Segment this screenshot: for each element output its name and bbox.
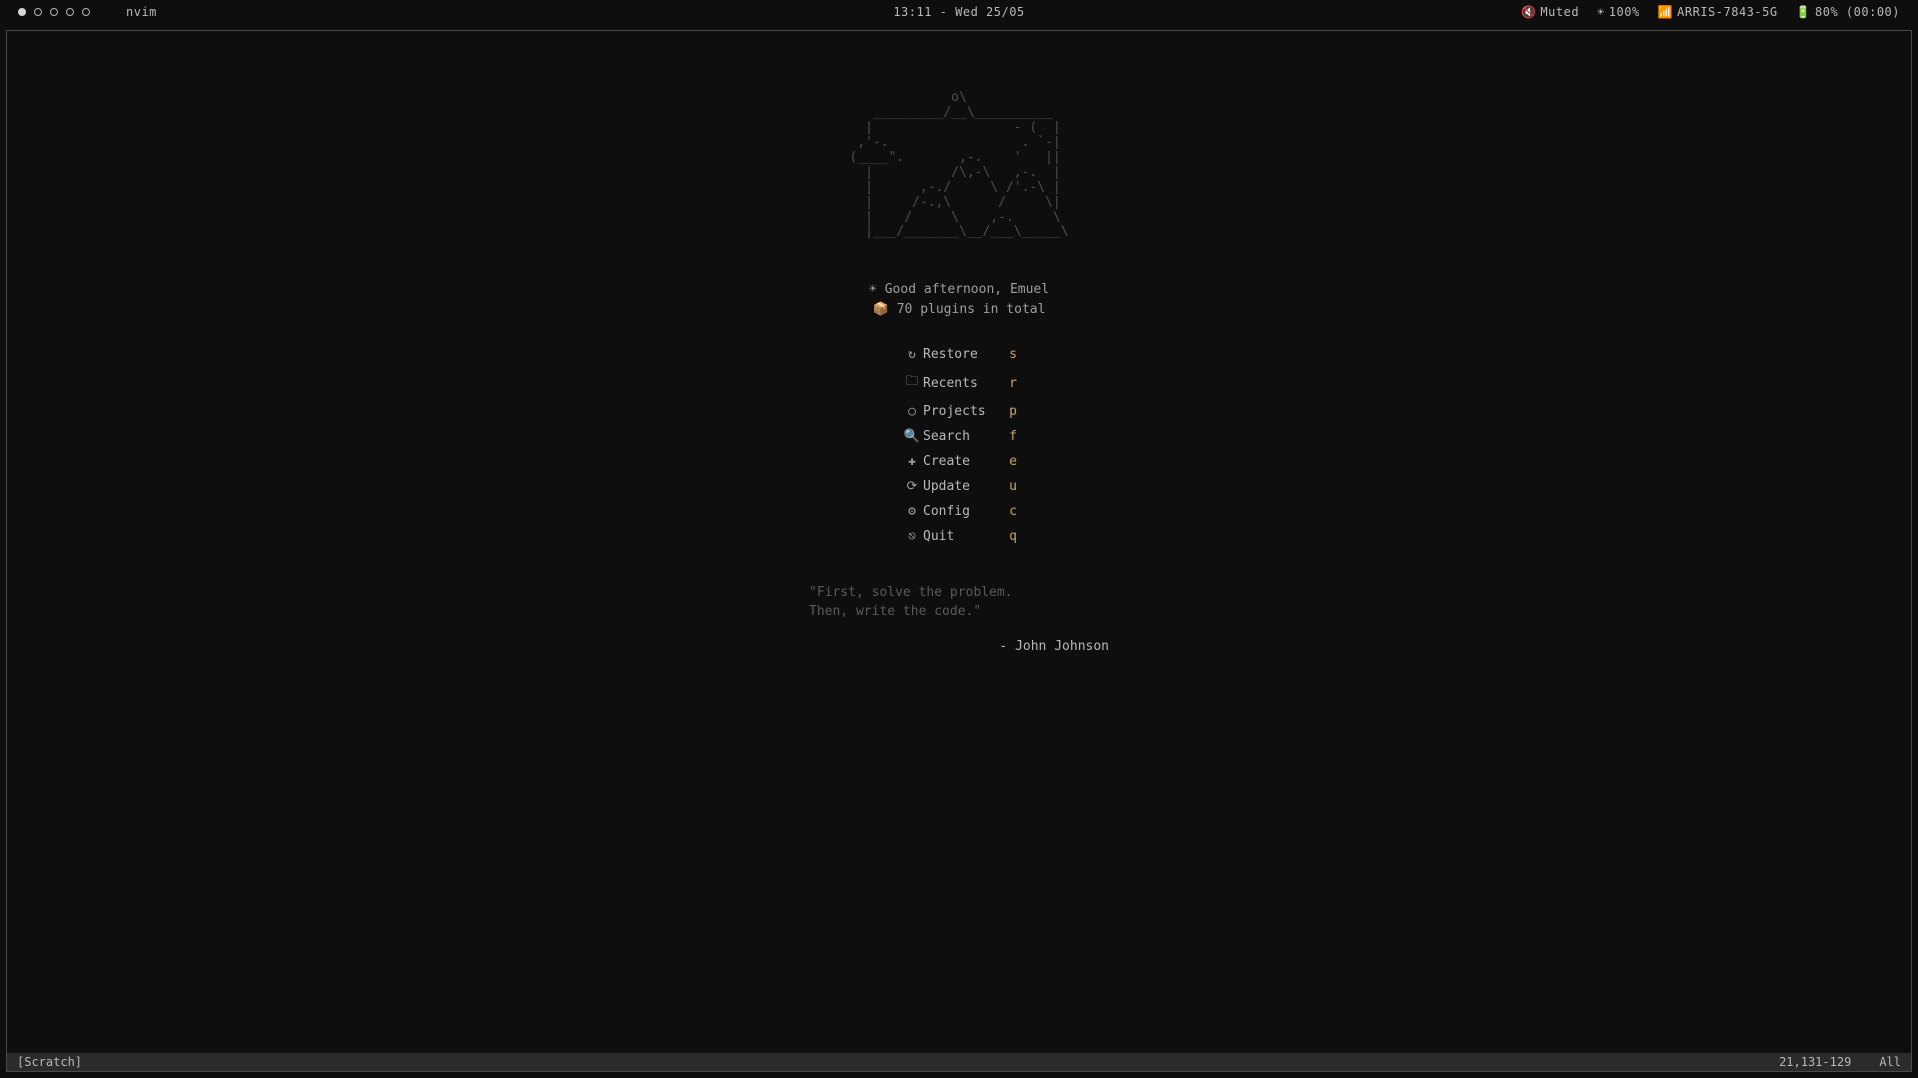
wifi-status[interactable]: 📶 ARRIS-7843-5G <box>1658 5 1778 19</box>
workspace-dot-1[interactable] <box>18 8 26 16</box>
menu-quit[interactable]: ⎋ Quit q <box>901 529 1017 544</box>
menu-search[interactable]: 🔍 Search f <box>901 429 1017 444</box>
dashboard-menu: ↻ Restore s 🗀 Recents r ○ Projects p 🔍 S… <box>901 347 1017 544</box>
editor-panel: o\ _________/__\__________ | - ( | ,'-. … <box>6 30 1912 1072</box>
workspace-indicator[interactable] <box>18 8 90 16</box>
menu-projects[interactable]: ○ Projects p <box>901 404 1017 419</box>
workspace-dot-4[interactable] <box>66 8 74 16</box>
folder-icon: 🗀 <box>901 372 923 394</box>
menu-restore[interactable]: ↻ Restore s <box>901 347 1017 362</box>
menu-key: q <box>1003 529 1017 544</box>
mute-icon: 🔇 <box>1521 5 1536 19</box>
plugin-count: 70 plugins in total <box>897 300 1046 320</box>
menu-label: Create <box>923 454 1003 469</box>
exit-icon: ⎋ <box>901 529 923 544</box>
sun-icon: ☀ <box>869 280 877 300</box>
menu-label: Search <box>923 429 1003 444</box>
plus-icon: ✚ <box>901 454 923 469</box>
menu-label: Config <box>923 504 1003 519</box>
menu-label: Projects <box>923 404 1003 419</box>
menu-label: Recents <box>923 376 1003 391</box>
greeting-block: ☀ Good afternoon, Emuel 📦 70 plugins in … <box>869 280 1049 319</box>
greeting-text: Good afternoon, Emuel <box>885 280 1049 300</box>
audio-status[interactable]: 🔇 Muted <box>1521 5 1579 19</box>
menu-label: Update <box>923 479 1003 494</box>
quote-block: "First, solve the problem. Then, write t… <box>809 584 1109 657</box>
menu-create[interactable]: ✚ Create e <box>901 454 1017 469</box>
menu-key: u <box>1003 479 1017 494</box>
workspace-dot-5[interactable] <box>82 8 90 16</box>
gear-icon: ⚙ <box>901 504 923 519</box>
github-icon: ○ <box>901 404 923 419</box>
menu-label: Restore <box>923 347 1003 362</box>
menu-key: c <box>1003 504 1017 519</box>
quote-text: "First, solve the problem. Then, write t… <box>809 584 1109 622</box>
vim-statusline: [Scratch] 21,131-129 All <box>7 1053 1911 1071</box>
package-icon: 📦 <box>873 300 889 320</box>
menu-key: e <box>1003 454 1017 469</box>
menu-label: Quit <box>923 529 1003 544</box>
restore-icon: ↻ <box>901 347 923 362</box>
menu-key: r <box>1003 376 1017 391</box>
wifi-icon: 📶 <box>1658 5 1673 19</box>
buffer-name: [Scratch] <box>17 1055 82 1069</box>
menu-key: s <box>1003 347 1017 362</box>
clock-datetime: 13:11 - Wed 25/05 <box>893 5 1024 19</box>
ascii-art-logo: o\ _________/__\__________ | - ( | ,'-. … <box>849 91 1068 240</box>
search-icon: 🔍 <box>901 429 923 444</box>
app-name: nvim <box>126 5 157 19</box>
cursor-position: 21,131-129 <box>1779 1055 1851 1069</box>
menu-key: p <box>1003 404 1017 419</box>
menu-update[interactable]: ⟳ Update u <box>901 479 1017 494</box>
battery-icon: 🔋 <box>1796 5 1811 19</box>
scroll-percent: All <box>1879 1055 1901 1069</box>
menu-key: f <box>1003 429 1017 444</box>
workspace-dot-3[interactable] <box>50 8 58 16</box>
brightness-icon: ☀ <box>1597 5 1605 19</box>
battery-status[interactable]: 🔋 80% (00:00) <box>1796 5 1900 19</box>
system-topbar: nvim 13:11 - Wed 25/05 🔇 Muted ☀ 100% 📶 … <box>0 0 1918 24</box>
quote-author: - John Johnson <box>809 638 1109 657</box>
menu-config[interactable]: ⚙ Config c <box>901 504 1017 519</box>
workspace-dot-2[interactable] <box>34 8 42 16</box>
brightness-status[interactable]: ☀ 100% <box>1597 5 1640 19</box>
update-icon: ⟳ <box>901 479 923 494</box>
dashboard: o\ _________/__\__________ | - ( | ,'-. … <box>7 31 1911 1053</box>
menu-recents[interactable]: 🗀 Recents r <box>901 372 1017 394</box>
